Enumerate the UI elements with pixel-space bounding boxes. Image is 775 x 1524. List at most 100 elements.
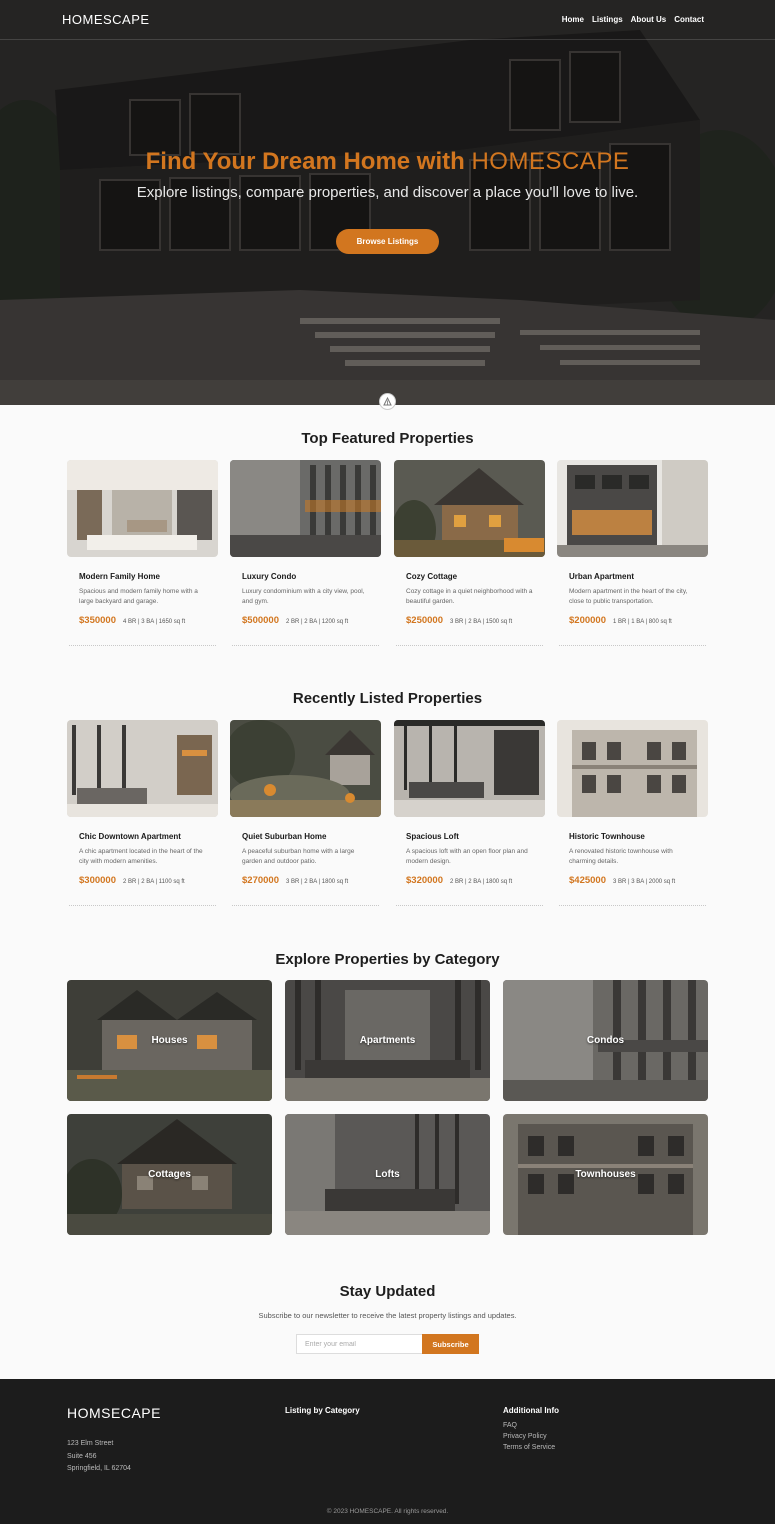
card-divider [559, 905, 706, 906]
property-image[interactable] [557, 460, 708, 557]
recent-card-spacious-loft[interactable]: Spacious Loft A spacious loft with an op… [394, 720, 545, 906]
property-title[interactable]: Spacious Loft [406, 832, 533, 841]
property-price: $500000 [242, 615, 279, 626]
card-divider [396, 645, 543, 646]
property-price: $350000 [79, 615, 116, 626]
property-title[interactable]: Historic Townhouse [569, 832, 696, 841]
property-meta: $270000 3 BR | 2 BA | 1800 sq ft [242, 875, 369, 886]
footer: HOMSECAPE 123 Elm Street Suite 456 Sprin… [0, 1379, 775, 1524]
recent-card-quiet-suburban-home[interactable]: Quiet Suburban Home A peaceful suburban … [230, 720, 381, 906]
recent-card-historic-townhouse[interactable]: Historic Townhouse A renovated historic … [557, 720, 708, 906]
property-title[interactable]: Urban Apartment [569, 572, 696, 581]
nav-link-contact[interactable]: Contact [674, 15, 704, 24]
featured-card-luxury-condo[interactable]: Luxury Condo Luxury condominium with a c… [230, 460, 381, 646]
property-meta: $320000 2 BR | 2 BA | 1800 sq ft [406, 875, 533, 886]
scroll-down-icon[interactable] [379, 393, 396, 410]
category-tile-houses[interactable]: Houses [67, 980, 272, 1101]
property-image[interactable] [557, 720, 708, 817]
property-meta: $350000 4 BR | 3 BA | 1650 sq ft [79, 615, 206, 626]
newsletter-title: Stay Updated [339, 1283, 436, 1300]
property-description: Luxury condominium with a city view, poo… [242, 588, 365, 605]
hero-title: Find Your Dream Home with HOMESCAPE [0, 148, 775, 176]
recent-section-title: Recently Listed Properties [292, 690, 483, 707]
category-tile-lofts[interactable]: Lofts [285, 1114, 490, 1235]
footer-heading-listing-by-category: Listing by Category [285, 1406, 360, 1415]
property-description: Modern apartment in the heart of the cit… [569, 588, 688, 605]
hero-overlay [0, 0, 775, 405]
site-logo[interactable]: HOMESCAPE [62, 12, 150, 27]
property-description: A renovated historic townhouse with char… [569, 848, 673, 865]
property-description: A chic apartment located in the heart of… [79, 848, 203, 865]
address-line: 123 Elm Street [67, 1440, 114, 1447]
category-tile-condos[interactable]: Condos [503, 980, 708, 1101]
property-price: $200000 [569, 615, 606, 626]
property-description: A peaceful suburban home with a large ga… [242, 848, 355, 865]
footer-link-privacy-policy[interactable]: Privacy Policy [503, 1433, 555, 1440]
property-price: $270000 [242, 875, 279, 886]
hero-subtitle: Explore listings, compare properties, an… [136, 184, 639, 201]
subscribe-button[interactable]: Subscribe [422, 1334, 479, 1354]
footer-heading-additional-info: Additional Info [503, 1406, 559, 1415]
card-divider [396, 905, 543, 906]
hero-title-text: Find Your Dream Home with [145, 148, 465, 175]
featured-card-cozy-cottage[interactable]: Cozy Cottage Cozy cottage in a quiet nei… [394, 460, 545, 646]
property-price: $320000 [406, 875, 443, 886]
property-description: Spacious and modern family home with a l… [79, 588, 198, 605]
newsletter-email-input[interactable] [296, 1334, 422, 1354]
property-specs: 2 BR | 2 BA | 1800 sq ft [449, 879, 513, 885]
property-title[interactable]: Chic Downtown Apartment [79, 832, 206, 841]
property-title[interactable]: Modern Family Home [79, 572, 206, 581]
property-price: $300000 [79, 875, 116, 886]
property-image[interactable] [67, 460, 218, 557]
category-tile-cottages[interactable]: Cottages [67, 1114, 272, 1235]
address-line: Suite 456 [67, 1452, 97, 1460]
footer-logo[interactable]: HOMSECAPE [67, 1405, 161, 1421]
property-title[interactable]: Luxury Condo [242, 572, 369, 581]
property-title[interactable]: Cozy Cottage [406, 572, 533, 581]
category-tile-townhouses[interactable]: Townhouses [503, 1114, 708, 1235]
property-price: $250000 [406, 615, 443, 626]
categories-section-title: Explore Properties by Category [275, 951, 500, 968]
property-image[interactable] [230, 720, 381, 817]
featured-card-urban-apartment[interactable]: Urban Apartment Modern apartment in the … [557, 460, 708, 646]
footer-copyright: © 2023 HOMESCAPE. All rights reserved. [326, 1508, 449, 1515]
nav-link-listings[interactable]: Listings [592, 15, 623, 24]
property-meta: $250000 3 BR | 2 BA | 1500 sq ft [406, 615, 533, 626]
featured-card-modern-family-home[interactable]: Modern Family Home Spacious and modern f… [67, 460, 218, 646]
property-image[interactable] [230, 460, 381, 557]
footer-links: FAQ Privacy Policy Terms of Service [503, 1422, 555, 1451]
property-specs: 3 BR | 2 BA | 1800 sq ft [285, 879, 349, 885]
property-specs: 3 BR | 2 BA | 1500 sq ft [449, 619, 513, 625]
property-description: Cozy cottage in a quiet neighborhood wit… [406, 588, 533, 605]
featured-section-title: Top Featured Properties [301, 430, 474, 447]
property-specs: 2 BR | 2 BA | 1200 sq ft [285, 619, 349, 625]
category-label: Townhouses [575, 1169, 636, 1180]
nav-link-about-us[interactable]: About Us [631, 15, 667, 24]
category-label: Condos [586, 1035, 625, 1046]
hero-banner: HOMESCAPE Home Listings About Us Contact… [0, 0, 775, 405]
category-label: Cottages [148, 1169, 191, 1180]
property-specs: 3 BR | 3 BA | 2000 sq ft [612, 879, 676, 885]
address-line: Springfield, IL 62704 [67, 1465, 131, 1472]
property-image[interactable] [394, 460, 545, 557]
recent-card-chic-downtown-apartment[interactable]: Chic Downtown Apartment A chic apartment… [67, 720, 218, 906]
property-specs: 1 BR | 1 BA | 800 sq ft [612, 619, 672, 625]
property-meta: $200000 1 BR | 1 BA | 800 sq ft [569, 615, 696, 626]
footer-link-terms-of-service[interactable]: Terms of Service [503, 1444, 555, 1451]
footer-address: 123 Elm Street Suite 456 Springfield, IL… [67, 1438, 131, 1476]
footer-link-faq[interactable]: FAQ [503, 1422, 555, 1429]
nav-links: Home Listings About Us Contact [562, 15, 704, 24]
nav-link-home[interactable]: Home [562, 15, 584, 24]
card-divider [232, 905, 379, 906]
category-label: Apartments [359, 1035, 416, 1046]
property-description: A spacious loft with an open floor plan … [406, 848, 528, 865]
category-label: Lofts [375, 1169, 400, 1180]
property-image[interactable] [394, 720, 545, 817]
property-image[interactable] [67, 720, 218, 817]
category-tile-apartments[interactable]: Apartments [285, 980, 490, 1101]
card-divider [559, 645, 706, 646]
property-title[interactable]: Quiet Suburban Home [242, 832, 369, 841]
browse-listings-button[interactable]: Browse Listings [336, 229, 439, 254]
card-divider [69, 905, 216, 906]
property-price: $425000 [569, 875, 606, 886]
